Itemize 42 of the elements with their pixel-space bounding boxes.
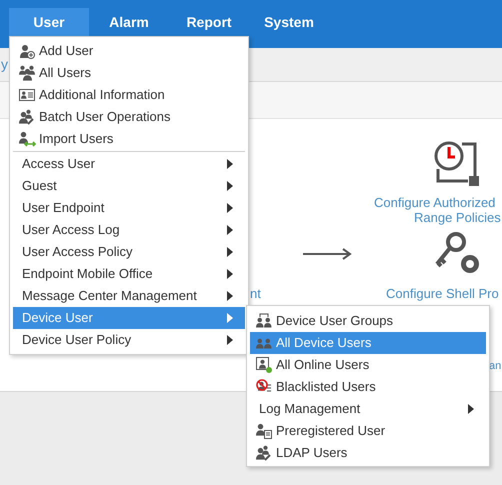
menu-item[interactable]: Message Center Management: [13, 285, 245, 307]
user-list-icon: [256, 423, 272, 439]
menu-item[interactable]: Log Management: [250, 398, 486, 420]
menu-item[interactable]: LDAP Users: [250, 442, 486, 464]
menu-item[interactable]: All Online Users: [250, 354, 486, 376]
menu-item[interactable]: All Users: [13, 62, 245, 84]
menu-item[interactable]: User Endpoint: [13, 197, 245, 219]
menu-item[interactable]: Import Users: [13, 128, 245, 150]
user-arrows-icon: [19, 131, 37, 147]
caret-right-icon: [468, 404, 474, 414]
caret-right-icon: [227, 269, 233, 279]
menu-item[interactable]: Device User Groups: [250, 310, 486, 332]
menu-item[interactable]: User Access Log: [13, 219, 245, 241]
nav-tab[interactable]: Report: [169, 8, 249, 36]
link-text[interactable]: an: [489, 358, 502, 374]
menu-item[interactable]: User Access Policy: [13, 241, 245, 263]
nav-tab[interactable]: Alarm: [89, 8, 169, 36]
nav-tab[interactable]: System: [249, 8, 329, 36]
user-online-icon: [256, 357, 272, 373]
menu-item[interactable]: Access User: [13, 153, 245, 175]
menu-item[interactable]: Additional Information: [13, 84, 245, 106]
caret-right-icon: [227, 181, 233, 191]
users-icon: [19, 65, 35, 81]
menu-item[interactable]: Add User: [13, 40, 245, 62]
caret-right-icon: [227, 247, 233, 257]
menu-item[interactable]: Device User Policy: [13, 329, 245, 351]
user-group-icon: [256, 313, 272, 329]
menu-item[interactable]: Batch User Operations: [13, 106, 245, 128]
caret-right-icon: [227, 313, 233, 323]
arrow-icon: [303, 248, 353, 260]
caret-right-icon: [227, 291, 233, 301]
menu-item[interactable]: Blacklisted Users: [250, 376, 486, 398]
caret-right-icon: [227, 159, 233, 169]
menu-item[interactable]: Preregistered User: [250, 420, 486, 442]
id-card-icon: [19, 87, 35, 103]
link-text[interactable]: nt: [250, 284, 261, 304]
caret-right-icon: [227, 225, 233, 235]
user-add-icon: [19, 43, 35, 59]
caret-right-icon: [227, 335, 233, 345]
menu-item[interactable]: Endpoint Mobile Office: [13, 263, 245, 285]
caret-right-icon: [227, 203, 233, 213]
menu-item[interactable]: Guest: [13, 175, 245, 197]
